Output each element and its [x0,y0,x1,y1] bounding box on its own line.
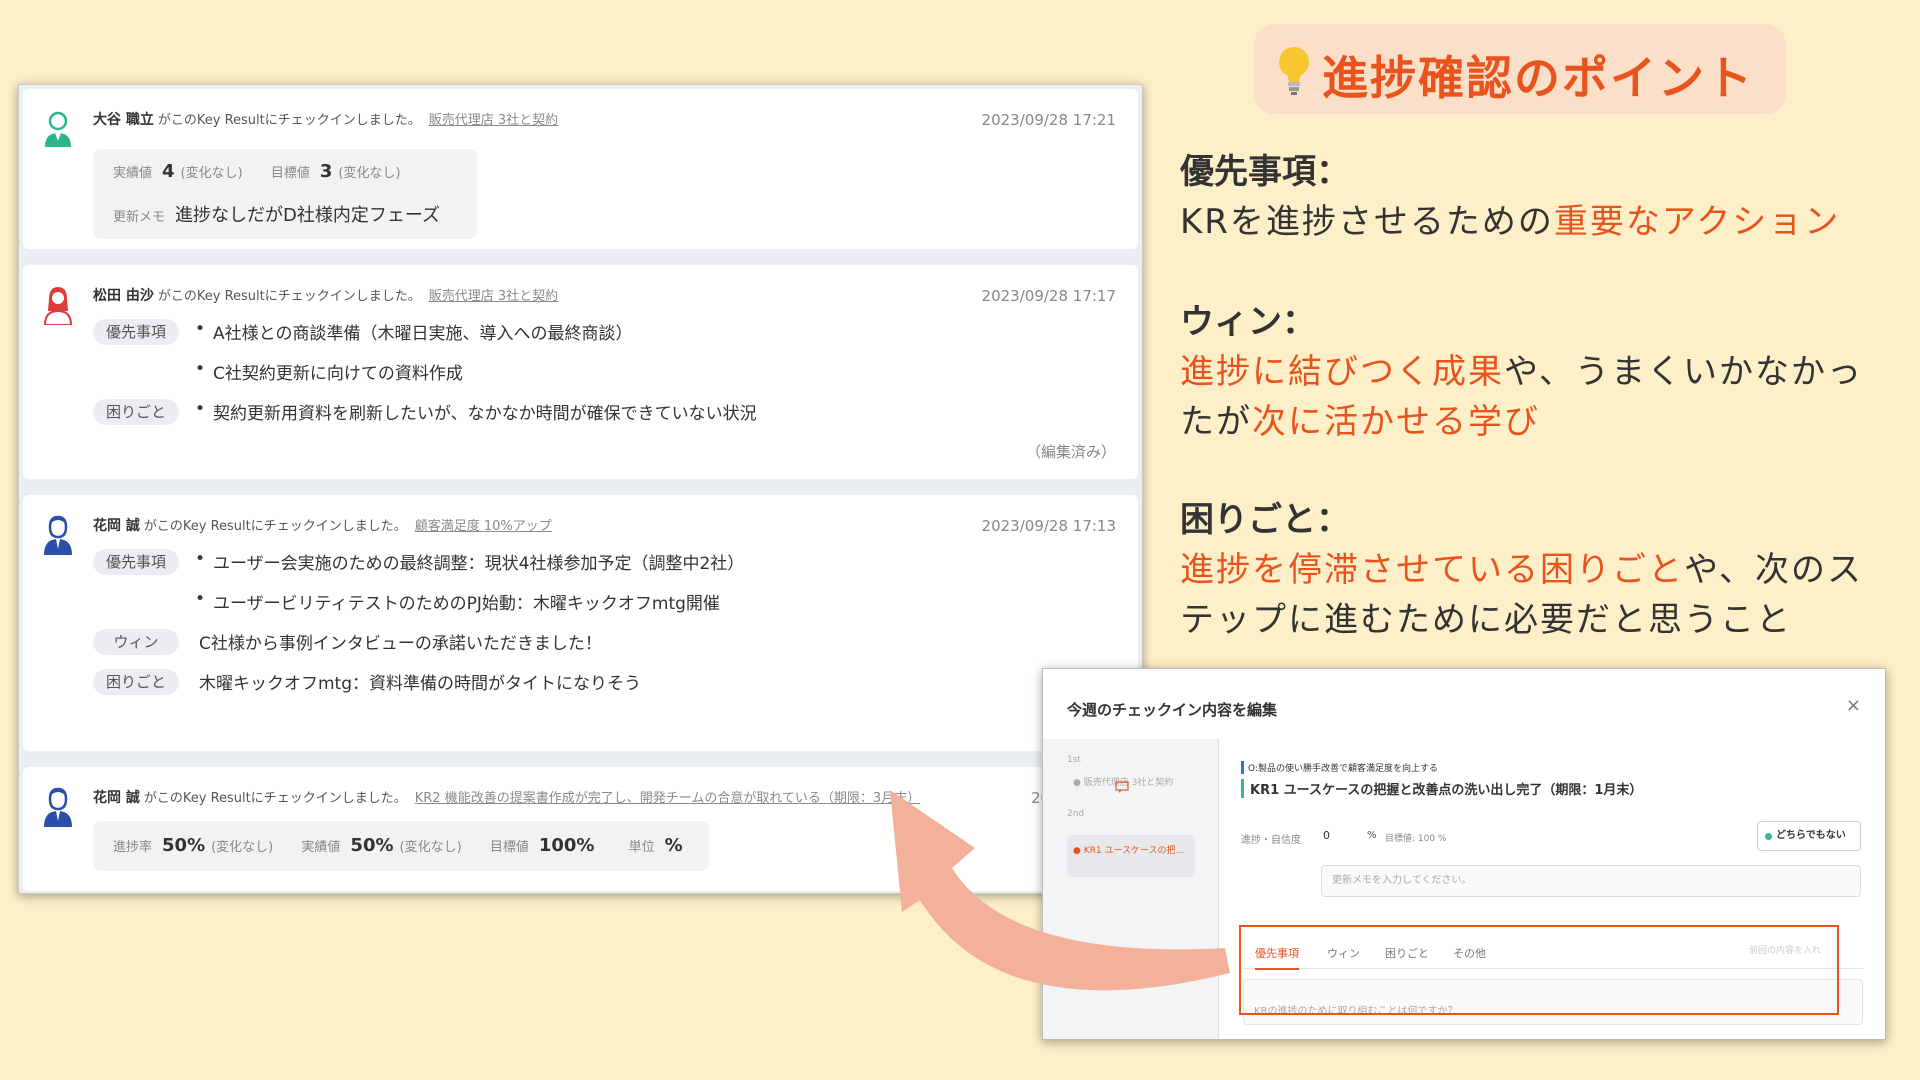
modal-title: 今週のチェックイン内容を編集 [1067,701,1278,719]
week-label: 2nd [1067,809,1085,819]
metric-label: 目標値 [489,840,529,855]
target-value: 目標値: 100 % [1385,834,1447,844]
checkin-header: 花岡 誠がこのKey Resultにチェックインしました。 顧客満足度 10%アッ… [93,515,552,535]
priority-item: C社契約更新に向けての資料作成 [195,359,463,384]
section-heading: ウィン： [1180,302,1316,342]
timestamp: 2023/09/28 17:21 [981,111,1116,129]
metric-value: 50% [162,835,206,856]
section-body: 進捗に結びつく成果や、うまくいかなかったが次に活かせる学び [1180,347,1880,447]
priority-tag: 優先事項 [93,319,179,345]
section-heading: 優先事項： [1180,152,1350,192]
metric-value: 50% [350,835,394,856]
action-text: がこのKey Resultにチェックインしました。 [157,289,421,304]
checkin-card: 大谷 職立 がこのKey Resultにチェックインしました。 販売代理店 3社と契… [23,89,1138,249]
trouble-tag: 困りごと [93,399,179,425]
user-name[interactable]: 松田 由沙 [93,288,154,304]
kr-link[interactable]: KR2 機能改善の提案書作成が完了し、開発チームの合意が取れている（期限：3月末… [415,791,920,806]
metric-label: 単位 [628,840,655,855]
edited-label: （編集済み） [1025,443,1116,461]
metric-label: 目標値 [270,166,310,181]
win-text: C社様から事例インタビューの承諾いただきました！ [199,634,602,654]
body-text: KRを進捗させるための [1180,202,1554,242]
priority-item: ユーザー会実施のための最終調整：現状4社様参加予定（調整中2社） [195,549,744,574]
user-avatar-icon [43,287,73,325]
highlight-text: 進捗に結びつく成果 [1180,352,1504,392]
checkin-header: 松田 由沙 がこのKey Resultにチェックインしました。 販売代理店 3社と契… [93,285,558,305]
memo-input[interactable]: 更新メモを入力してください。 [1321,865,1861,897]
metrics-box: 実績値 4 (変化なし) 目標値 3 (変化なし) 更新メモ 進捗なしだがD社様内定フェー… [93,149,477,239]
metric-note: (変化なし) [399,840,462,855]
priority-tag: 優先事項 [93,549,179,575]
metric-note: (変化なし) [180,166,243,181]
user-name[interactable]: 花岡 誠 [93,518,140,534]
timestamp: 2023/09/28 17:13 [981,517,1116,535]
priority-item: A社様との商談準備（木曜日実施、導入への最終商談） [195,319,632,344]
comment-icon [1115,781,1129,793]
close-icon[interactable]: × [1846,695,1861,716]
metric-value: 3 [319,161,333,182]
page-title: 進捗確認のポイント [1322,51,1754,105]
metric-value: 100% [538,835,595,856]
title-box: 進捗確認のポイント [1254,24,1786,114]
section-heading: 困りごと： [1180,500,1350,540]
modal-sidebar: 1st ● 販売代理店 3社と契約 2nd ● KR1 ユースケースの把... [1043,739,1219,1039]
trouble-item: 契約更新用資料を刷新したいが、なかなか時間が確保できていない状況 [195,399,757,424]
progress-input[interactable]: 0 [1323,823,1363,849]
status-dot-icon [1765,833,1772,840]
checkin-header: 大谷 職立 がこのKey Resultにチェックインしました。 販売代理店 3社と契… [93,109,558,129]
checkin-card: 花岡 誠がこのKey Resultにチェックインしました。 KR2 機能改善の提案… [23,767,1138,891]
highlight-box [1239,925,1839,1015]
lightbulb-icon [1279,47,1309,95]
metric-value: % [664,835,683,856]
memo-label: 更新メモ [113,210,166,225]
checkin-header: 花岡 誠がこのKey Resultにチェックインしました。 KR2 機能改善の提案… [93,787,920,807]
action-text: がこのKey Resultにチェックインしました。 [143,519,407,534]
win-tag: ウィン [93,629,179,655]
metric-value: 4 [162,161,175,182]
highlight-text: 重要なアクション [1553,202,1841,242]
user-avatar-icon [44,515,72,555]
metric-label: 実績値 [301,840,341,855]
sidebar-item-selected[interactable]: ● KR1 ユースケースの把... [1067,835,1195,877]
section-trouble: 困りごと： 進捗を停滞させている困りごとや、次のステップに進むために必要だと思う… [1180,492,1900,645]
section-priority: 優先事項： KRを進捗させるための重要なアクション [1180,144,1900,247]
user-avatar-icon [44,787,72,827]
checkin-card: 花岡 誠がこのKey Resultにチェックインしました。 顧客満足度 10%アッ… [23,495,1138,751]
metric-label: 実績値 [113,166,153,181]
kr-link[interactable]: 販売代理店 3社と契約 [429,113,558,128]
user-name[interactable]: 花岡 誠 [93,790,140,806]
memo-text: 進捗なしだがD社様内定フェーズ [175,205,440,226]
confidence-value: どちらでもない [1776,830,1846,841]
checkin-card: 松田 由沙 がこのKey Resultにチェックインしました。 販売代理店 3社と契… [23,265,1138,479]
objective-label: O:製品の使い勝手改善で顧客満足度を向上する [1241,761,1438,774]
action-text: がこのKey Resultにチェックインしました。 [157,113,421,128]
section-win: ウィン： 進捗に結びつく成果や、うまくいかなかったが次に活かせる学び [1180,294,1900,447]
section-body: KRを進捗させるための重要なアクション [1180,197,1900,247]
section-body: 進捗を停滞させている困りごとや、次のステップに進むために必要だと思うこと [1180,545,1880,645]
metrics-box: 進捗率 50% (変化なし) 実績値 50% (変化なし) 目標値 100% 単位% [93,821,709,871]
edit-checkin-modal: 今週のチェックイン内容を編集 × 1st ● 販売代理店 3社と契約 2nd ●… [1042,668,1886,1040]
user-name[interactable]: 大谷 職立 [93,112,154,128]
action-text: がこのKey Resultにチェックインしました。 [143,791,407,806]
trouble-text: 木曜キックオフmtg：資料準備の時間がタイトになりそう [199,674,642,694]
priority-item: ユーザービリティテストのためのPJ始動：木曜キックオフmtg開催 [195,589,720,614]
metric-note: (変化なし) [338,166,401,181]
trouble-tag: 困りごと [93,669,179,695]
timestamp: 2023/09/28 17:17 [981,287,1116,305]
checkin-feed: 大谷 職立 がこのKey Resultにチェックインしました。 販売代理店 3社と契… [18,84,1143,894]
user-avatar-icon [45,111,71,147]
metric-label: 進捗率 [113,840,153,855]
kr-link[interactable]: 顧客満足度 10%アップ [415,519,552,534]
metric-note: (変化なし) [211,840,274,855]
progress-unit: % [1367,830,1377,841]
highlight-text: 進捗を停滞させている困りごと [1180,550,1684,590]
sidebar-item-label: ● KR1 ユースケースの把... [1073,846,1185,856]
confidence-select[interactable]: どちらでもない [1757,821,1861,851]
highlight-text: 次に活かせる学び [1252,402,1540,442]
key-result-title: KR1 ユースケースの把握と改善点の洗い出し完了（期限：1月末） [1241,779,1642,798]
week-label: 1st [1067,755,1081,765]
kr-link[interactable]: 販売代理店 3社と契約 [429,289,558,304]
progress-label: 進捗・自信度 [1241,835,1301,846]
